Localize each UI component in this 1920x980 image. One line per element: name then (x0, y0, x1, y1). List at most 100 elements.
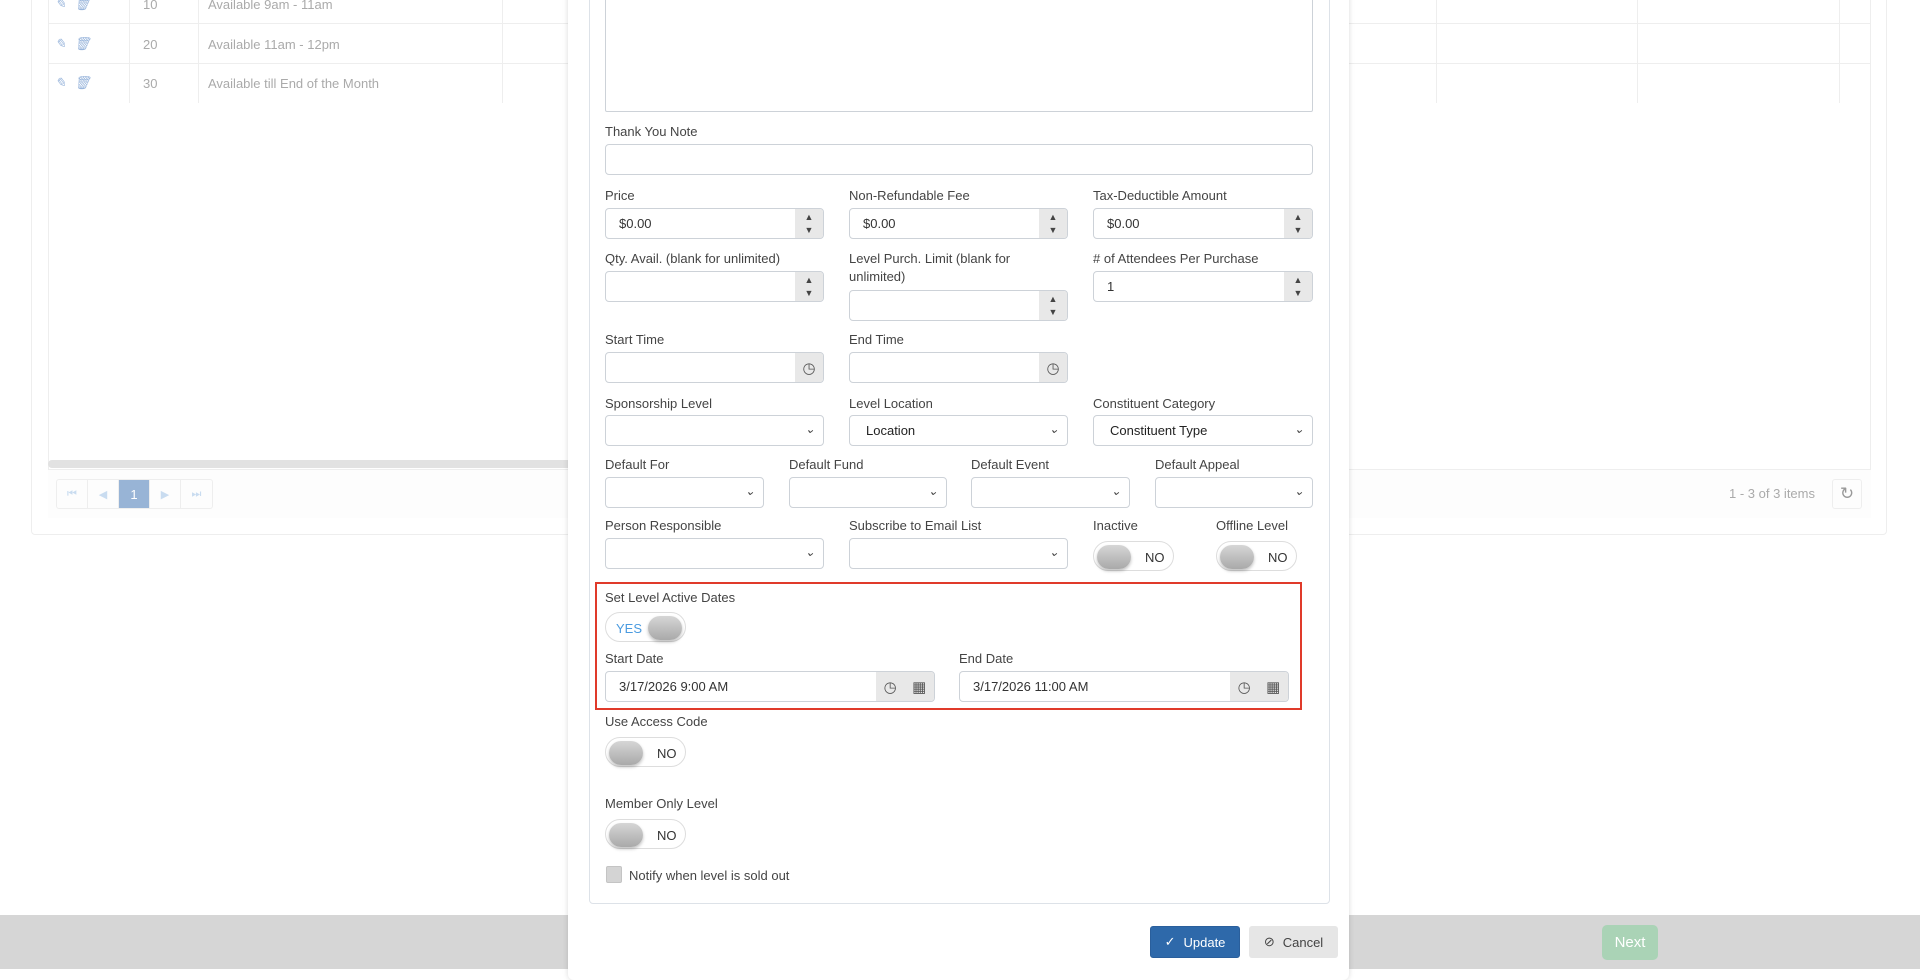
offline-toggle[interactable]: NO (1216, 541, 1297, 571)
prev-page-icon[interactable]: ◀ (88, 480, 119, 508)
clock-icon[interactable]: ◷ (795, 353, 823, 382)
default-appeal-label: Default Appeal (1155, 457, 1240, 472)
description-textarea[interactable] (605, 0, 1313, 112)
qty-input[interactable]: ▲ ▼ (605, 271, 824, 302)
purch-limit-label-2: unlimited) (849, 269, 906, 284)
start-date-value: 3/17/2026 9:00 AM (619, 679, 729, 694)
spinner-icon[interactable]: ▲ ▼ (795, 272, 823, 301)
purch-limit-input[interactable]: ▲ ▼ (849, 290, 1068, 321)
price-value: $0.00 (619, 216, 652, 231)
chevron-down-icon: ⌄ (1293, 422, 1304, 436)
update-label: Update (1183, 934, 1226, 950)
update-button[interactable]: ✓ Update (1150, 926, 1240, 958)
attendees-input[interactable]: 1 ▲ ▼ (1093, 271, 1313, 302)
inactive-toggle[interactable]: NO (1093, 541, 1174, 571)
next-button[interactable]: Next (1602, 925, 1658, 960)
spinner-icon[interactable]: ▲ ▼ (1284, 272, 1312, 301)
toggle-knob (1097, 545, 1131, 569)
price-label: Price (605, 188, 635, 203)
chevron-down-icon: ⌄ (804, 545, 815, 559)
spinner-icon[interactable]: ▲ ▼ (795, 209, 823, 238)
pager: ⏮ ◀ 1 ▶ ⏭ (56, 479, 213, 509)
trash-icon[interactable]: 🗑 (74, 36, 91, 52)
end-time-input[interactable]: ◷ (849, 352, 1068, 383)
notify-checkbox[interactable] (606, 866, 622, 883)
end-date-input[interactable]: 3/17/2026 11:00 AM ◷ ▦ (959, 671, 1289, 702)
constituent-value: Constituent Type (1110, 423, 1208, 438)
clock-icon[interactable]: ◷ (884, 678, 897, 696)
person-responsible-select[interactable]: ⌄ (605, 538, 824, 569)
start-date-input[interactable]: 3/17/2026 9:00 AM ◷ ▦ (605, 671, 935, 702)
edit-icon[interactable]: ✎ (55, 75, 66, 91)
chevron-down-icon: ⌄ (1293, 484, 1304, 498)
default-for-label: Default For (605, 457, 670, 472)
active-dates-label: Set Level Active Dates (605, 590, 736, 605)
thank-you-note-input[interactable] (605, 144, 1313, 175)
end-time-label: End Time (849, 332, 904, 347)
spinner-icon[interactable]: ▲ ▼ (1284, 209, 1312, 238)
start-time-label: Start Time (605, 332, 665, 347)
form-panel (589, 0, 1330, 904)
start-time-input[interactable]: ◷ (605, 352, 824, 383)
sort-order: 10 (143, 0, 158, 12)
first-page-icon[interactable]: ⏮ (57, 480, 88, 508)
check-icon: ✓ (1164, 934, 1176, 949)
inactive-label: Inactive (1093, 518, 1138, 533)
sponsorship-select[interactable]: ⌄ (605, 415, 824, 446)
level-description: Available 11am - 12pm (208, 37, 340, 52)
sort-order: 30 (143, 76, 158, 91)
clock-icon[interactable]: ◷ (1039, 353, 1067, 382)
pager-info: 1 - 3 of 3 items (1729, 486, 1815, 501)
attendees-label: # of Attendees Per Purchase (1093, 251, 1259, 266)
member-only-toggle[interactable]: NO (605, 819, 686, 849)
constituent-label: Constituent Category (1093, 396, 1216, 411)
default-for-select[interactable]: ⌄ (605, 477, 764, 508)
default-event-label: Default Event (971, 457, 1050, 472)
refresh-icon[interactable]: ↻ (1832, 479, 1862, 509)
active-dates-toggle[interactable]: YES (605, 612, 686, 642)
toggle-state: NO (657, 828, 677, 843)
start-date-label: Start Date (605, 651, 664, 666)
tax-label: Tax-Deductible Amount (1093, 188, 1227, 203)
calendar-icon[interactable]: ▦ (1266, 678, 1280, 696)
chevron-down-icon: ⌄ (804, 422, 815, 436)
end-date-value: 3/17/2026 11:00 AM (973, 679, 1089, 694)
end-date-label: End Date (959, 651, 1014, 666)
price-input[interactable]: $0.00 ▲ ▼ (605, 208, 824, 239)
default-appeal-select[interactable]: ⌄ (1155, 477, 1313, 508)
trash-icon[interactable]: 🗑 (74, 75, 91, 91)
default-fund-select[interactable]: ⌄ (789, 477, 947, 508)
next-page-icon[interactable]: ▶ (150, 480, 181, 508)
toggle-knob (609, 823, 643, 847)
clock-icon[interactable]: ◷ (1238, 678, 1251, 696)
constituent-select[interactable]: Constituent Type ⌄ (1093, 415, 1313, 446)
trash-icon[interactable]: 🗑 (74, 0, 91, 12)
toggle-state: NO (1268, 550, 1288, 565)
notify-label: Notify when level is sold out (629, 868, 790, 883)
chevron-down-icon: ⌄ (1048, 422, 1059, 436)
fee-value: $0.00 (863, 216, 896, 231)
calendar-icon[interactable]: ▦ (912, 678, 926, 696)
tax-input[interactable]: $0.00 ▲ ▼ (1093, 208, 1313, 239)
toggle-knob (1220, 545, 1254, 569)
fee-input[interactable]: $0.00 ▲ ▼ (849, 208, 1068, 239)
access-code-label: Use Access Code (605, 714, 708, 729)
default-event-select[interactable]: ⌄ (971, 477, 1130, 508)
page-button[interactable]: 1 (119, 480, 150, 508)
sponsorship-label: Sponsorship Level (605, 396, 712, 411)
toggle-state: NO (657, 746, 677, 761)
toggle-knob (648, 616, 682, 640)
default-fund-label: Default Fund (789, 457, 864, 472)
edit-icon[interactable]: ✎ (55, 0, 66, 12)
edit-icon[interactable]: ✎ (55, 36, 66, 52)
spinner-icon[interactable]: ▲ ▼ (1039, 291, 1067, 320)
spinner-icon[interactable]: ▲ ▼ (1039, 209, 1067, 238)
chevron-down-icon: ⌄ (927, 484, 938, 498)
last-page-icon[interactable]: ⏭ (181, 480, 212, 508)
cancel-label: Cancel (1282, 934, 1324, 950)
access-code-toggle[interactable]: NO (605, 737, 686, 767)
subscribe-select[interactable]: ⌄ (849, 538, 1068, 569)
location-select[interactable]: Location ⌄ (849, 415, 1068, 446)
qty-label: Qty. Avail. (blank for unlimited) (605, 251, 781, 266)
cancel-button[interactable]: ⊘ Cancel (1249, 926, 1338, 958)
